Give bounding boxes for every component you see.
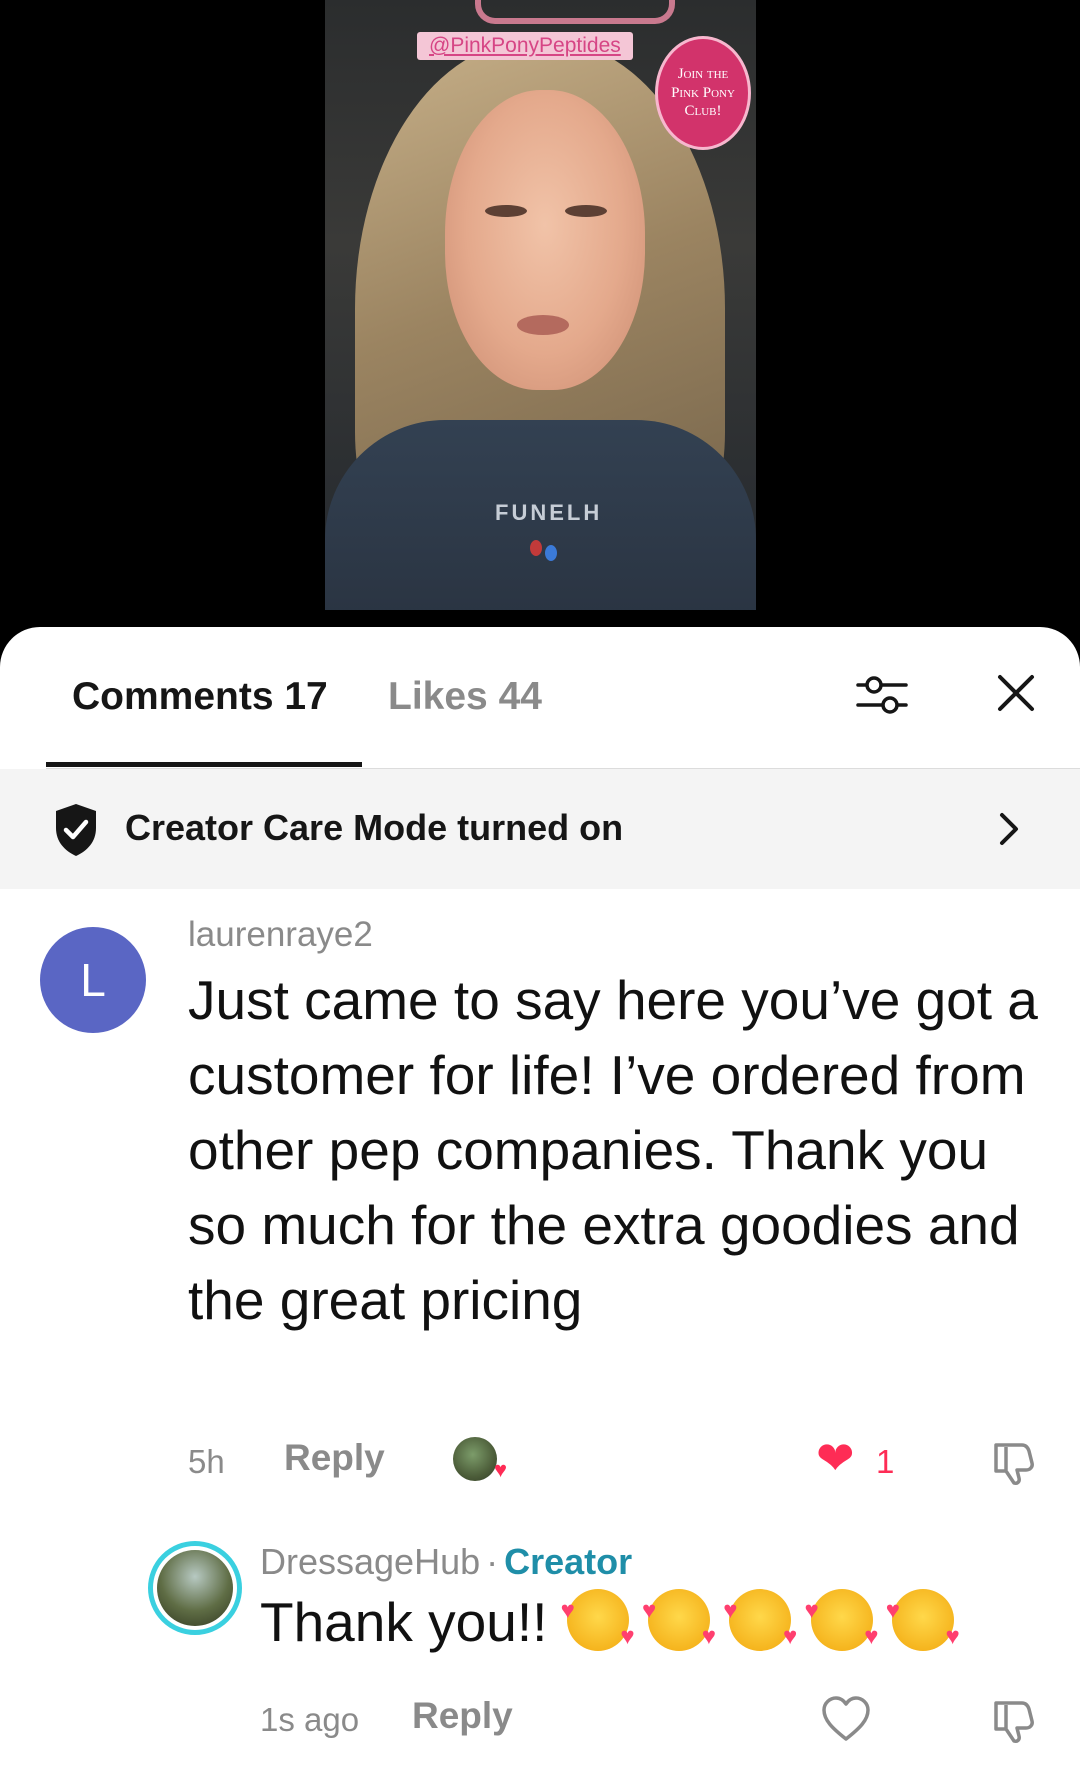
creator-badge: Creator: [504, 1541, 633, 1582]
reply-meta: 1s ago Reply: [260, 1695, 1060, 1745]
comment-text: Just came to say here you’ve got a custo…: [188, 969, 1038, 1331]
like-count: 1: [876, 1443, 895, 1480]
reply-text: Thank you!!: [260, 1591, 548, 1653]
reply-button[interactable]: Reply: [412, 1695, 513, 1737]
comment-username[interactable]: laurenraye2: [188, 915, 373, 955]
smiling-face-with-hearts-emoji: [561, 1589, 635, 1651]
creator-liked-avatar: ♥: [453, 1437, 507, 1482]
dislike-icon[interactable]: [988, 1437, 1038, 1487]
club-badge: Join the Pink Pony Club!: [655, 36, 751, 150]
mouth: [517, 315, 569, 335]
smiling-face-with-hearts-emoji: [805, 1589, 879, 1651]
smiling-face-with-hearts-emoji: [886, 1589, 960, 1651]
left-eye: [485, 205, 527, 217]
reply-author: DressageHub · Creator: [260, 1541, 632, 1583]
chevron-right-icon[interactable]: [994, 809, 1024, 849]
separator-dot: ·: [486, 1541, 499, 1582]
mini-heart-icon: ♥: [493, 1457, 507, 1482]
badge-line-3: Club!: [684, 103, 722, 120]
shield-check-icon: [56, 804, 96, 856]
shirt-print: FUNELH: [495, 500, 603, 525]
reply-username[interactable]: DressageHub: [260, 1541, 480, 1582]
filter-icon[interactable]: [852, 665, 912, 725]
smiling-face-with-hearts-emoji: [723, 1589, 797, 1651]
badge-line-2: Pink Pony: [671, 84, 735, 101]
heart-outline-icon[interactable]: [820, 1695, 872, 1743]
reply-time: 1s ago: [260, 1701, 360, 1738]
sunglasses-on-head: [475, 0, 675, 24]
care-mode-label: Creator Care Mode turned on: [125, 807, 624, 848]
badge-line-1: Join the: [677, 65, 729, 82]
shirt-dot-blue: [545, 545, 557, 561]
creator-avatar[interactable]: [148, 1541, 242, 1635]
video-handle-tag: @PinkPonyPeptides: [417, 32, 633, 60]
video-frame[interactable]: FUNELH @PinkPonyPeptides Join the Pink P…: [325, 0, 756, 610]
comment-meta: 5h Reply ♥ ❤ 1: [188, 1435, 1048, 1487]
right-eye: [565, 205, 607, 217]
dislike-icon[interactable]: [988, 1695, 1038, 1745]
close-icon[interactable]: [990, 667, 1042, 719]
comment-time: 5h: [188, 1443, 225, 1480]
video-player[interactable]: FUNELH @PinkPonyPeptides Join the Pink P…: [0, 0, 1080, 640]
reply-button[interactable]: Reply: [284, 1437, 385, 1479]
creator-care-mode-banner[interactable]: Creator Care Mode turned on: [0, 769, 1080, 889]
reply-text-row: Thank you!!: [260, 1589, 960, 1654]
tab-likes[interactable]: Likes 44: [388, 675, 542, 719]
active-tab-indicator: [46, 762, 362, 767]
avatar[interactable]: L: [40, 927, 146, 1033]
creator-avatar-image: [157, 1550, 233, 1626]
smiling-face-with-hearts-emoji: [642, 1589, 716, 1651]
heart-filled-icon[interactable]: ❤: [816, 1435, 855, 1481]
comments-sheet: Comments 17 Likes 44 Creator Care Mode t…: [0, 627, 1080, 1776]
video-person-face: [445, 90, 645, 390]
shirt-dot-red: [530, 540, 542, 556]
tab-comments[interactable]: Comments 17: [72, 675, 328, 719]
sheet-tabs: Comments 17 Likes 44: [0, 627, 1080, 769]
